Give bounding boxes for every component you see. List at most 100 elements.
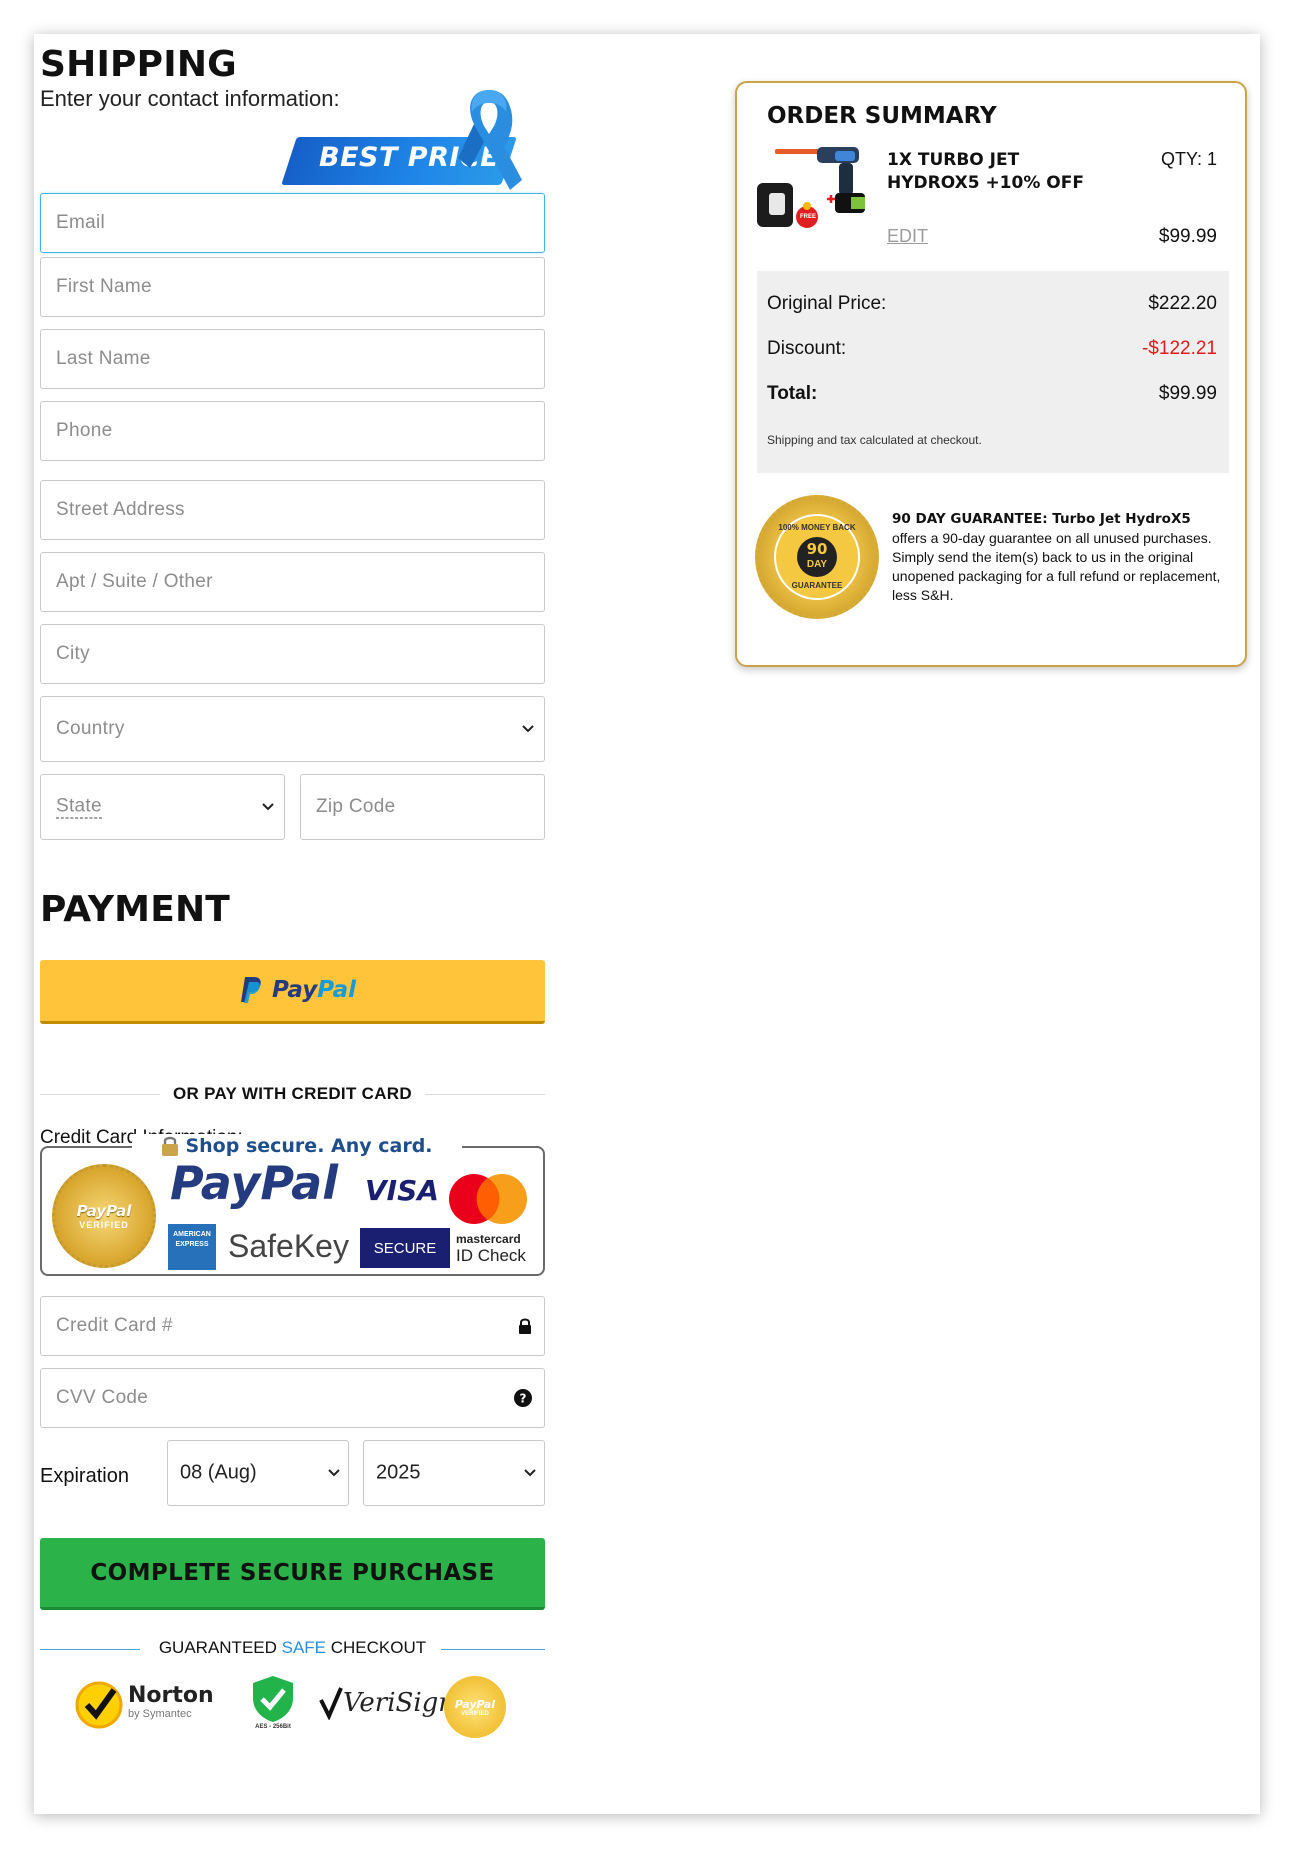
guarantee-description: 90 DAY GUARANTEE: Turbo Jet HydroX5 offe… bbox=[892, 509, 1227, 605]
shop-secure-text: Shop secure. Any card. bbox=[185, 1135, 433, 1157]
last-name-field[interactable]: Last Name bbox=[40, 329, 545, 389]
discount-label: Discount: bbox=[767, 338, 847, 359]
guarantee-prefix: GUARANTEED bbox=[158, 1638, 282, 1657]
cvv-field[interactable]: CVV Code ? bbox=[40, 1368, 545, 1428]
expiration-label: Expiration bbox=[40, 1465, 129, 1487]
paypal-verified-small-seal: PayPal VERIFIED bbox=[444, 1676, 506, 1738]
seal-verified-text: VERIFIED bbox=[79, 1220, 129, 1230]
order-summary-title: ORDER SUMMARY bbox=[767, 103, 997, 129]
total-label: Total: bbox=[767, 383, 818, 404]
discount-row: Discount: -$122.21 bbox=[767, 338, 1217, 360]
free-tag: FREE bbox=[800, 214, 817, 220]
email-placeholder: Email bbox=[56, 212, 106, 233]
total-value: $99.99 bbox=[1158, 383, 1217, 404]
small-seal-verified: VERIFIED bbox=[461, 1710, 489, 1717]
small-seal-paypal: PayPal bbox=[454, 1697, 496, 1711]
payment-title: PAYMENT bbox=[40, 889, 231, 930]
mastercard-icon bbox=[449, 1174, 527, 1224]
credit-card-number-field[interactable]: Credit Card # bbox=[40, 1296, 545, 1356]
first-name-placeholder: First Name bbox=[56, 276, 152, 297]
visa-logo: VISA bbox=[365, 1174, 439, 1207]
expiration-month-value: 08 (Aug) bbox=[180, 1461, 257, 1484]
id-check-text: ID Check bbox=[456, 1246, 526, 1265]
amex-logo: AMERICAN EXPRESS bbox=[168, 1224, 216, 1270]
first-name-field[interactable]: First Name bbox=[40, 257, 545, 317]
apt-suite-placeholder: Apt / Suite / Other bbox=[56, 571, 213, 592]
verisign-badge: VeriSign bbox=[319, 1686, 455, 1720]
product-line-price: $99.99 bbox=[1158, 226, 1217, 247]
shipping-tax-note: Shipping and tax calculated at checkout. bbox=[767, 433, 982, 447]
seal-guarantee: GUARANTEE bbox=[791, 581, 843, 590]
seal-paypal-text: PayPal bbox=[76, 1202, 132, 1220]
original-price-label: Original Price: bbox=[767, 293, 887, 314]
mastercard-text: mastercard bbox=[456, 1232, 521, 1246]
product-name-line1: 1X TURBO JET bbox=[887, 150, 1020, 170]
guarantee-body: offers a 90-day guarantee on all unused … bbox=[892, 530, 1221, 603]
shipping-title: SHIPPING bbox=[40, 44, 237, 85]
seal-money-back: 100% MONEY BACK bbox=[778, 523, 856, 532]
money-back-seal: 100% MONEY BACK 90 DAY GUARANTEE bbox=[755, 495, 879, 619]
state-placeholder: State bbox=[56, 795, 102, 819]
paypal-p-icon bbox=[241, 977, 261, 1003]
price-breakdown: Original Price: $222.20 Discount: -$122.… bbox=[757, 271, 1229, 473]
phone-placeholder: Phone bbox=[56, 420, 113, 441]
phone-field[interactable]: Phone bbox=[40, 401, 545, 461]
paypal-verified-seal: PayPal VERIFIED bbox=[52, 1164, 156, 1268]
shield-check-icon bbox=[253, 1676, 293, 1722]
checkout-card: SHIPPING Enter your contact information:… bbox=[34, 34, 1260, 1814]
shop-secure-headline: Shop secure. Any card. bbox=[132, 1134, 462, 1158]
chevron-down-icon bbox=[524, 1469, 536, 1477]
aes-text: AES - 256Bit bbox=[255, 1724, 291, 1730]
verisign-text: VeriSign bbox=[343, 1688, 456, 1718]
norton-badge: Norton by Symantec bbox=[74, 1680, 214, 1730]
expiration-year-value: 2025 bbox=[376, 1461, 421, 1484]
expiration-month-select[interactable]: 08 (Aug) bbox=[167, 1440, 349, 1506]
total-row: Total: $99.99 bbox=[767, 383, 1217, 405]
guarantee-safe-word: SAFE bbox=[281, 1638, 327, 1657]
expiration-year-select[interactable]: 2025 bbox=[363, 1440, 545, 1506]
paypal-button[interactable]: PayPal bbox=[40, 960, 545, 1024]
product-name-line2: HYDROX5 +10% OFF bbox=[887, 173, 1084, 193]
chevron-down-icon bbox=[328, 1469, 340, 1477]
zip-code-field[interactable]: Zip Code bbox=[300, 774, 545, 840]
edit-link[interactable]: EDIT bbox=[887, 226, 928, 247]
chevron-down-icon bbox=[262, 803, 274, 811]
seal-day: DAY bbox=[806, 559, 828, 570]
cvv-placeholder: CVV Code bbox=[56, 1387, 149, 1408]
discount-value: -$122.21 bbox=[1141, 338, 1217, 359]
original-price-value: $222.20 bbox=[1148, 293, 1217, 314]
padlock-icon bbox=[162, 1136, 179, 1156]
street-address-placeholder: Street Address bbox=[56, 499, 185, 520]
lock-icon bbox=[519, 1318, 531, 1334]
svg-text:?: ? bbox=[520, 1392, 527, 1406]
or-pay-with-card-text: OR PAY WITH CREDIT CARD bbox=[173, 1084, 412, 1103]
paypal-button-label: PayPal bbox=[272, 977, 356, 1003]
email-field[interactable]: Email bbox=[40, 193, 545, 253]
guaranteed-safe-checkout: GUARANTEED SAFE CHECKOUT bbox=[40, 1638, 545, 1658]
trust-badges-row: Norton by Symantec AES - 256Bit VeriSign… bbox=[74, 1674, 514, 1744]
verisign-check-icon bbox=[319, 1687, 343, 1720]
country-placeholder: Country bbox=[56, 718, 125, 739]
product-qty: QTY: 1 bbox=[1160, 149, 1217, 169]
complete-purchase-button[interactable]: COMPLETE SECURE PURCHASE bbox=[40, 1538, 545, 1610]
norton-sub-text: by Symantec bbox=[128, 1708, 192, 1720]
state-select[interactable]: State bbox=[40, 774, 285, 840]
country-select[interactable]: Country bbox=[40, 696, 545, 762]
help-icon[interactable]: ? bbox=[514, 1389, 532, 1407]
last-name-placeholder: Last Name bbox=[56, 348, 151, 369]
paypal-logo: PayPal bbox=[240, 976, 356, 1004]
product-image bbox=[757, 147, 865, 228]
safekey-logo: SafeKey bbox=[228, 1228, 349, 1264]
original-price-row: Original Price: $222.20 bbox=[767, 293, 1217, 315]
guarantee-heading: 90 DAY GUARANTEE: Turbo Jet HydroX5 bbox=[892, 511, 1191, 527]
apt-suite-field[interactable]: Apt / Suite / Other bbox=[40, 552, 545, 612]
norton-check-icon bbox=[75, 1681, 123, 1729]
city-field[interactable]: City bbox=[40, 624, 545, 684]
awareness-ribbon-icon bbox=[458, 90, 522, 190]
product-name: 1X TURBO JET HYDROX5 +10% OFF bbox=[887, 149, 1127, 195]
order-summary-panel: ORDER SUMMARY FREE 1X TURBO JET HYDROX5 … bbox=[735, 81, 1247, 667]
zip-code-placeholder: Zip Code bbox=[316, 796, 396, 817]
seal-90: 90 bbox=[806, 540, 828, 558]
street-address-field[interactable]: Street Address bbox=[40, 480, 545, 540]
norton-text: Norton bbox=[128, 1683, 214, 1708]
